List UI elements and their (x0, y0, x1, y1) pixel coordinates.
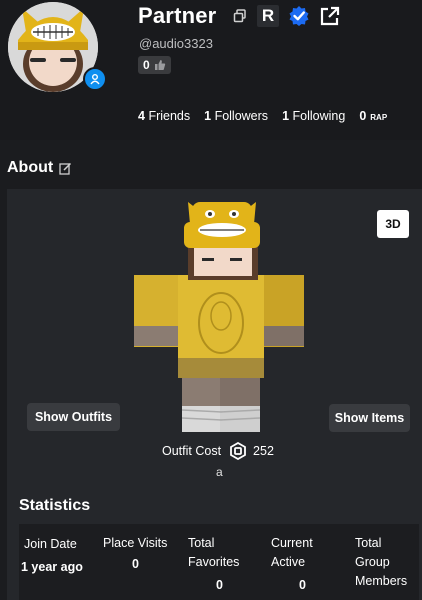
join-date-value: 1 year ago (21, 560, 83, 574)
avatar-3d-render[interactable] (130, 198, 310, 436)
rating-pill[interactable]: 0 (138, 56, 171, 74)
statistics-title: Statistics (19, 497, 91, 514)
rap-count: 0 RAP (359, 109, 388, 123)
online-status-badge (83, 67, 107, 91)
rating-count: 0 (143, 58, 150, 72)
verified-badge-icon (289, 6, 309, 26)
copy-icon[interactable] (232, 8, 248, 24)
thumbs-up-icon (154, 60, 165, 70)
outfit-name: a (216, 465, 223, 479)
view-3d-button[interactable]: 3D (377, 210, 409, 238)
followers-count[interactable]: 1 Followers (204, 109, 268, 123)
total-group-members-label: Total Group Members (355, 536, 408, 588)
edit-icon[interactable] (59, 162, 72, 175)
robux-icon (230, 442, 246, 460)
current-active-label: Current Active (271, 536, 313, 569)
place-visits-label: Place Visits (103, 536, 168, 550)
show-items-button[interactable]: Show Items (329, 404, 410, 432)
following-count[interactable]: 1 Following (282, 109, 345, 123)
outfit-cost-value: 252 (253, 444, 274, 458)
person-icon (90, 74, 100, 85)
title-icons: R (232, 5, 341, 27)
about-heading: About (7, 159, 72, 177)
premium-badge[interactable]: R (257, 5, 279, 27)
total-favorites-value: 0 (216, 578, 223, 592)
display-name: Partner (138, 3, 217, 28)
join-date-label: Join Date (24, 537, 77, 551)
friends-count[interactable]: 4 Friends (138, 109, 190, 123)
show-outfits-button[interactable]: Show Outfits (27, 403, 120, 431)
place-visits-value: 0 (132, 557, 139, 571)
total-favorites-label: Total Favorites (188, 536, 240, 569)
profile-header: Partner R @audio3323 0 4 Friends 1 Follo… (0, 0, 422, 140)
premium-badge-letter: R (261, 6, 275, 25)
social-counts: 4 Friends 1 Followers 1 Following 0 RAP (138, 109, 401, 123)
share-icon[interactable] (319, 5, 341, 27)
username: @audio3323 (139, 36, 213, 51)
outfit-cost-label: Outfit Cost (162, 444, 222, 458)
about-title: About (7, 159, 54, 176)
current-active-value: 0 (299, 578, 306, 592)
outfit-cost: Outfit Cost 252 (162, 442, 274, 460)
